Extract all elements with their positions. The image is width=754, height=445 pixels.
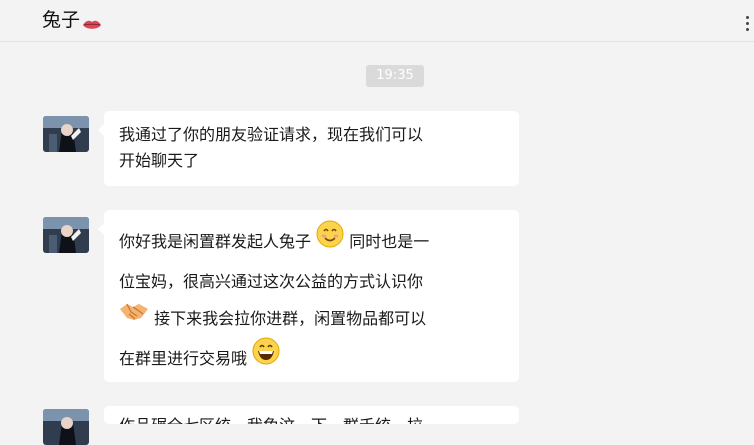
message-text-line: 接下来我会拉你进群，闲置物品都可以 [119, 300, 505, 339]
message-text: 同时也是一 [344, 232, 430, 251]
lips-icon [82, 12, 102, 29]
message-text-line: 开始聊天了 [119, 151, 200, 170]
handshake-icon [119, 298, 149, 337]
message-text: 接下来我会拉你进群，闲置物品都可以 [149, 309, 427, 328]
message-text-line: 你好我是闲置群发起人兔子 同时也是一 [119, 220, 505, 263]
more-vertical-icon[interactable] [746, 16, 754, 32]
message-bubble[interactable]: 我通过了你的朋友验证请求，现在我们可以 开始聊天了 [98, 111, 519, 186]
message-text: 在群里进行交易哦 [119, 349, 248, 368]
message-timestamp: 19:35 [366, 65, 424, 87]
message-text-line: 在群里进行交易哦 [119, 337, 505, 380]
chat-title-text: 兔子 [42, 9, 81, 31]
message-text-line: 我通过了你的朋友验证请求，现在我们可以 [119, 125, 424, 144]
smiling-face-icon [316, 220, 344, 261]
avatar[interactable] [43, 217, 89, 253]
message-bubble[interactable]: 作品碾全七区统一我免汶一下，群禾统一拉 [104, 406, 519, 424]
message-text-line: 作品碾全七区统一我免汶一下，群禾统一拉 [119, 413, 505, 424]
message-text: 你好我是闲置群发起人兔子 [119, 232, 312, 251]
avatar[interactable] [43, 116, 89, 152]
message-bubble[interactable]: 你好我是闲置群发起人兔子 同时也是一 位宝妈，很高兴通过这次公益的方式认识你 接… [98, 210, 519, 382]
grinning-face-icon [252, 337, 280, 378]
chat-header: 兔子 [0, 0, 754, 42]
message-text-line: 位宝妈，很高兴通过这次公益的方式认识你 [119, 272, 424, 291]
avatar[interactable] [43, 409, 89, 445]
chat-title: 兔子 [42, 7, 102, 33]
